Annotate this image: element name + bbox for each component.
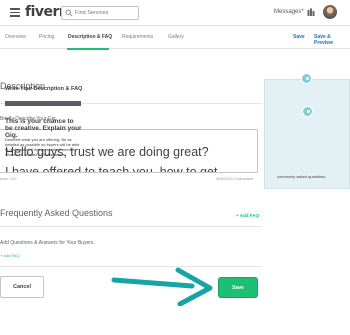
tab-pricing[interactable]: Pricing (39, 34, 54, 40)
tooltip-body: Describe what you are offering. Be as de… (5, 137, 80, 157)
messages-link[interactable]: Messages* (274, 9, 304, 15)
notifications-icon[interactable] (307, 8, 315, 17)
tooltip-footer: commonly asked questions. (277, 174, 327, 179)
gig-tabs: Overview Pricing Description & FAQ Requi… (0, 27, 350, 50)
search-box[interactable] (61, 6, 139, 20)
faq-hint: Add Questions & Answers for Your Buyers. (0, 240, 95, 246)
tooltip-lightbulb-icon (302, 106, 313, 117)
faq-title: Frequently Asked Questions (0, 208, 113, 218)
character-counter: 398/1200 Characters (216, 176, 254, 181)
active-tab-indicator (67, 48, 109, 50)
messages-label: Messages (274, 9, 302, 15)
search-icon (65, 9, 73, 17)
tab-gallery[interactable]: Gallery (168, 34, 184, 40)
tab-requirements[interactable]: Requirements (122, 34, 153, 40)
tab-description-faq[interactable]: Description & FAQ (68, 34, 112, 40)
cancel-button[interactable]: Cancel (0, 276, 44, 298)
save-link[interactable]: Save (293, 34, 305, 40)
section-divider (0, 226, 262, 227)
search-input[interactable] (75, 8, 137, 18)
annotation-arrow-icon (111, 267, 213, 306)
add-faq-link[interactable]: + Add FAQ (236, 213, 259, 218)
tooltip-headline: This is your chance to be creative. Expl… (5, 118, 82, 139)
tooltip-lightbulb-icon (301, 73, 312, 84)
menu-icon[interactable] (10, 8, 20, 17)
tab-overview[interactable]: Overview (5, 34, 26, 40)
description-text-line: I have offered to teach you, how to get (5, 165, 218, 173)
save-preview-link[interactable]: Save & Preview (314, 34, 350, 46)
top-header: fiverr. Messages* (0, 0, 350, 26)
min-characters-note: max: 120 (0, 176, 17, 181)
user-avatar[interactable] (323, 5, 337, 19)
add-faq-inline-link[interactable]: + Add FAQ (0, 253, 19, 258)
logo-text: fiverr (25, 4, 64, 20)
help-tooltip (264, 79, 350, 189)
tooltip-title: Write Your Description & FAQ (5, 86, 83, 92)
messages-badge: * (301, 9, 304, 15)
tooltip-strip (5, 101, 81, 106)
save-button[interactable]: Save (219, 278, 257, 297)
